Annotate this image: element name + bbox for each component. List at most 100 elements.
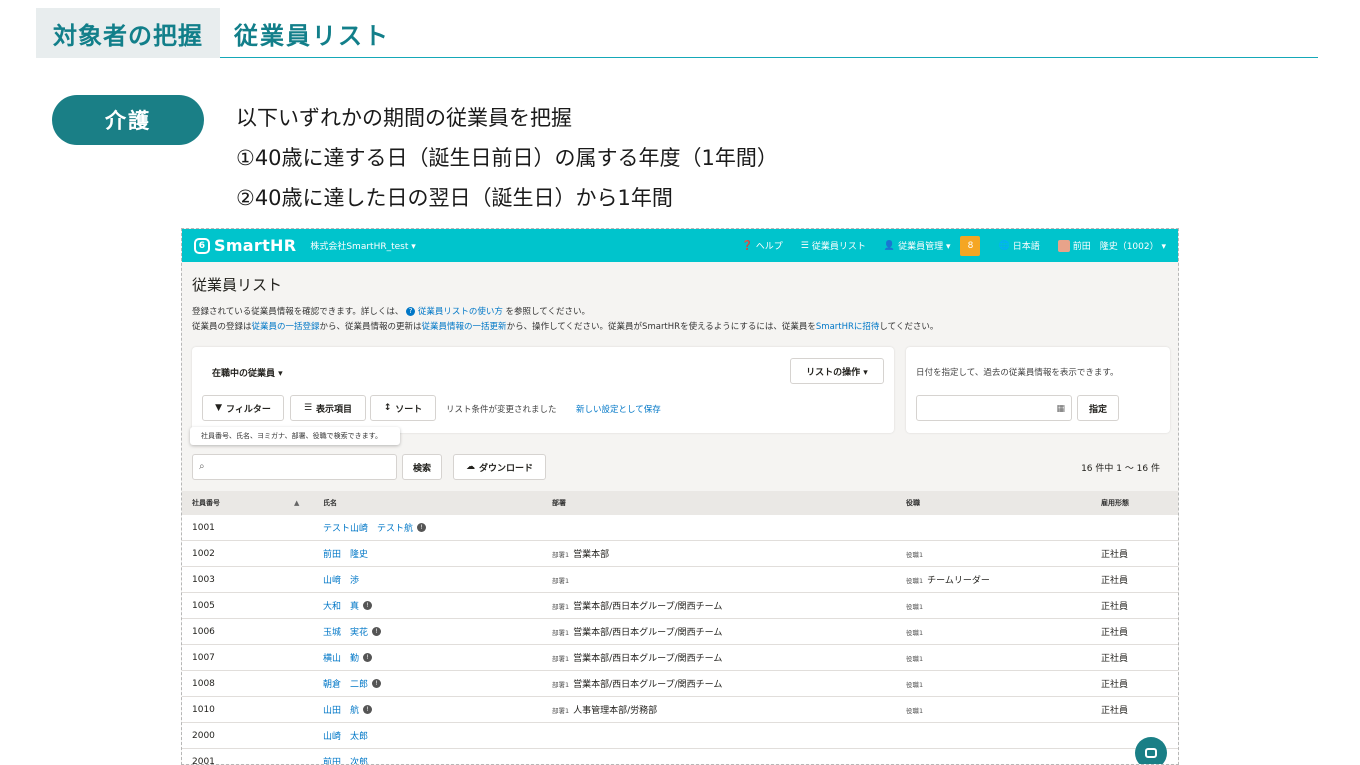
list-operations-label: リストの操作 ▾ bbox=[806, 367, 868, 378]
nav-user-menu[interactable]: 前田 隆史（1002） ▾ bbox=[1057, 239, 1166, 252]
columns-label: 表示項目 bbox=[316, 404, 353, 415]
conditions-changed-note: リスト条件が変更されました bbox=[446, 405, 557, 415]
header-name[interactable]: 氏名 bbox=[323, 491, 337, 515]
date-input[interactable]: ▦ bbox=[916, 395, 1072, 421]
employee-name-link[interactable]: 山﨑 渉 bbox=[323, 573, 359, 586]
list-icon: ☰ bbox=[303, 403, 313, 413]
department-tag: 部署1 bbox=[552, 576, 570, 585]
bulk-update-link[interactable]: 従業員情報の一括更新 bbox=[422, 322, 507, 332]
page-intro: 登録されている従業員情報を確認できます。詳しくは、 ? 従業員リストの使い方 を… bbox=[192, 305, 1168, 335]
employee-name-link[interactable]: テスト山崎 テスト航 bbox=[323, 521, 413, 534]
table-row[interactable]: 1007 横山 勤! 部署1 営業本部/西日本グループ/関西チーム 役職1 正社員 bbox=[182, 645, 1178, 671]
table-row[interactable]: 2001 前田 次郎 bbox=[182, 749, 1178, 764]
cell-name: 前田 隆史 bbox=[323, 541, 368, 566]
bulk-register-link[interactable]: 従業員の一括登録 bbox=[252, 322, 320, 332]
cell-name: 朝倉 二郎! bbox=[323, 671, 382, 696]
table-row[interactable]: 1005 大和 真! 部署1 営業本部/西日本グループ/関西チーム 役職1 正社員 bbox=[182, 593, 1178, 619]
cell-employee-id: 1005 bbox=[192, 600, 215, 611]
header-department[interactable]: 部署 bbox=[552, 491, 566, 515]
info-icon[interactable]: ! bbox=[372, 679, 382, 688]
list-icon: ☰ bbox=[800, 240, 809, 251]
intro-text: 登録されている従業員情報を確認できます。詳しくは、 bbox=[192, 307, 404, 317]
employee-status-select[interactable]: 在職中の従業員 ▾ bbox=[212, 366, 283, 379]
table-row[interactable]: 1010 山田 航! 部署1 人事管理本部/労務部 役職1 正社員 bbox=[182, 697, 1178, 723]
filter-button[interactable]: ▼ フィルター bbox=[202, 395, 284, 421]
table-row[interactable]: 1008 朝倉 二郎! 部署1 営業本部/西日本グループ/関西チーム 役職1 正社員 bbox=[182, 671, 1178, 697]
cell-name: 山崎 太郎 bbox=[323, 723, 368, 748]
info-icon[interactable]: ! bbox=[363, 705, 373, 714]
search-icon: ⌕ bbox=[199, 461, 205, 472]
download-button[interactable]: ☁ ダウンロード bbox=[453, 454, 546, 480]
position-tag: 役職1 bbox=[906, 680, 924, 689]
table-row[interactable]: 1002 前田 隆史 部署1 営業本部 役職1 正社員 bbox=[182, 541, 1178, 567]
table-row[interactable]: 1006 玉城 実花! 部署1 営業本部/西日本グループ/関西チーム 役職1 正社員 bbox=[182, 619, 1178, 645]
nav-employee-mgmt[interactable]: 👤 従業員管理 ▾ bbox=[884, 239, 951, 253]
app-screenshot: 6 SmartHR 株式会社SmartHR_test ▾ ❓ ヘルプ ☰ 従業員リス… bbox=[181, 228, 1179, 765]
sort-button[interactable]: ↕ ソート bbox=[370, 395, 436, 421]
cell-name: テスト山崎 テスト航! bbox=[323, 515, 427, 540]
apply-date-button[interactable]: 指定 bbox=[1077, 395, 1119, 421]
table-header: 社員番号 ▲ 氏名 部署 役職 雇用形態 bbox=[182, 491, 1178, 515]
employee-name-link[interactable]: 玉城 実花 bbox=[323, 625, 368, 638]
cell-employment-type: 正社員 bbox=[1101, 706, 1129, 716]
department-tag: 部署1 bbox=[552, 628, 570, 637]
search-button[interactable]: 検索 bbox=[402, 454, 442, 480]
employee-name-link[interactable]: 山田 航 bbox=[323, 703, 359, 716]
columns-button[interactable]: ☰ 表示項目 bbox=[290, 395, 366, 421]
save-as-new-link[interactable]: 新しい設定として保存 bbox=[576, 403, 661, 415]
info-icon[interactable]: ! bbox=[372, 627, 382, 636]
table-row[interactable]: 2000 山崎 太郎 bbox=[182, 723, 1178, 749]
nav-employee-list[interactable]: ☰ 従業員リスト bbox=[800, 239, 866, 253]
employee-name-link[interactable]: 朝倉 二郎 bbox=[323, 677, 368, 690]
nav-employee-list-label: 従業員リスト bbox=[811, 242, 866, 252]
position-tag: 役職1 bbox=[906, 602, 924, 611]
header-employee-id[interactable]: 社員番号 bbox=[192, 491, 220, 515]
nav-help[interactable]: ❓ ヘルプ bbox=[741, 239, 783, 253]
globe-icon: 🌐 bbox=[998, 240, 1010, 251]
info-icon[interactable]: ! bbox=[363, 653, 373, 662]
employee-name-link[interactable]: 前田 隆史 bbox=[323, 547, 368, 560]
table-row[interactable]: 1001 テスト山崎 テスト航! bbox=[182, 515, 1178, 541]
page-title: 従業員リスト bbox=[192, 276, 283, 294]
notification-badge[interactable]: 8 bbox=[960, 235, 981, 256]
chat-button[interactable] bbox=[1135, 737, 1167, 764]
nav-user-label: 前田 隆史（1002） ▾ bbox=[1072, 242, 1166, 252]
department-name: 営業本部/西日本グループ/関西チーム bbox=[573, 602, 723, 612]
search-input[interactable]: ⌕ bbox=[192, 454, 397, 480]
employee-name-link[interactable]: 横山 勤 bbox=[323, 651, 359, 664]
nav-help-label: ヘルプ bbox=[755, 242, 783, 252]
employee-name-link[interactable]: 大和 真 bbox=[323, 599, 359, 612]
search-tooltip: 社員番号、氏名、ヨミガナ、部署、役職で検索できます。 bbox=[190, 427, 400, 445]
cell-employee-id: 1010 bbox=[192, 704, 215, 715]
cell-employee-id: 1006 bbox=[192, 626, 215, 637]
nav-language[interactable]: 🌐 日本語 bbox=[998, 239, 1040, 253]
usage-guide-link[interactable]: 従業員リストの使い方 bbox=[418, 307, 503, 317]
nav-language-label: 日本語 bbox=[1012, 242, 1040, 252]
header-position[interactable]: 役職 bbox=[906, 491, 920, 515]
cell-name: 山﨑 渉 bbox=[323, 567, 359, 592]
smarthr-logo[interactable]: 6 SmartHR bbox=[194, 236, 296, 255]
cell-position: 役職1 bbox=[906, 671, 927, 696]
employee-name-link[interactable]: 前田 次郎 bbox=[323, 755, 368, 764]
employee-name-link[interactable]: 山崎 太郎 bbox=[323, 729, 368, 742]
cell-employment-type: 正社員 bbox=[1101, 628, 1129, 638]
company-switcher[interactable]: 株式会社SmartHR_test ▾ bbox=[310, 239, 415, 252]
position-tag: 役職1 bbox=[906, 576, 924, 585]
list-operations-button[interactable]: リストの操作 ▾ bbox=[790, 358, 884, 384]
info-icon[interactable]: ! bbox=[417, 523, 427, 532]
cell-department: 部署1 営業本部/西日本グループ/関西チーム bbox=[552, 593, 722, 618]
logo-icon: 6 bbox=[194, 237, 210, 254]
cell-employment-type: 正社員 bbox=[1101, 602, 1129, 612]
invite-link[interactable]: SmartHRに招待 bbox=[816, 322, 880, 332]
avatar bbox=[1057, 239, 1070, 252]
header-employment-type[interactable]: 雇用形態 bbox=[1101, 491, 1129, 515]
info-icon[interactable]: ! bbox=[363, 601, 373, 610]
sort-asc-icon[interactable]: ▲ bbox=[294, 499, 299, 507]
cell-department: 部署1 営業本部/西日本グループ/関西チーム bbox=[552, 619, 722, 644]
result-count: 16 件中 1 〜 16 件 bbox=[1081, 464, 1160, 474]
table-row[interactable]: 1003 山﨑 渉 部署1 役職1 チームリーダー 正社員 bbox=[182, 567, 1178, 593]
help-icon: ❓ bbox=[741, 240, 753, 251]
download-label: ダウンロード bbox=[478, 463, 533, 474]
cell-employee-id: 1001 bbox=[192, 522, 215, 533]
cell-department bbox=[552, 723, 556, 748]
